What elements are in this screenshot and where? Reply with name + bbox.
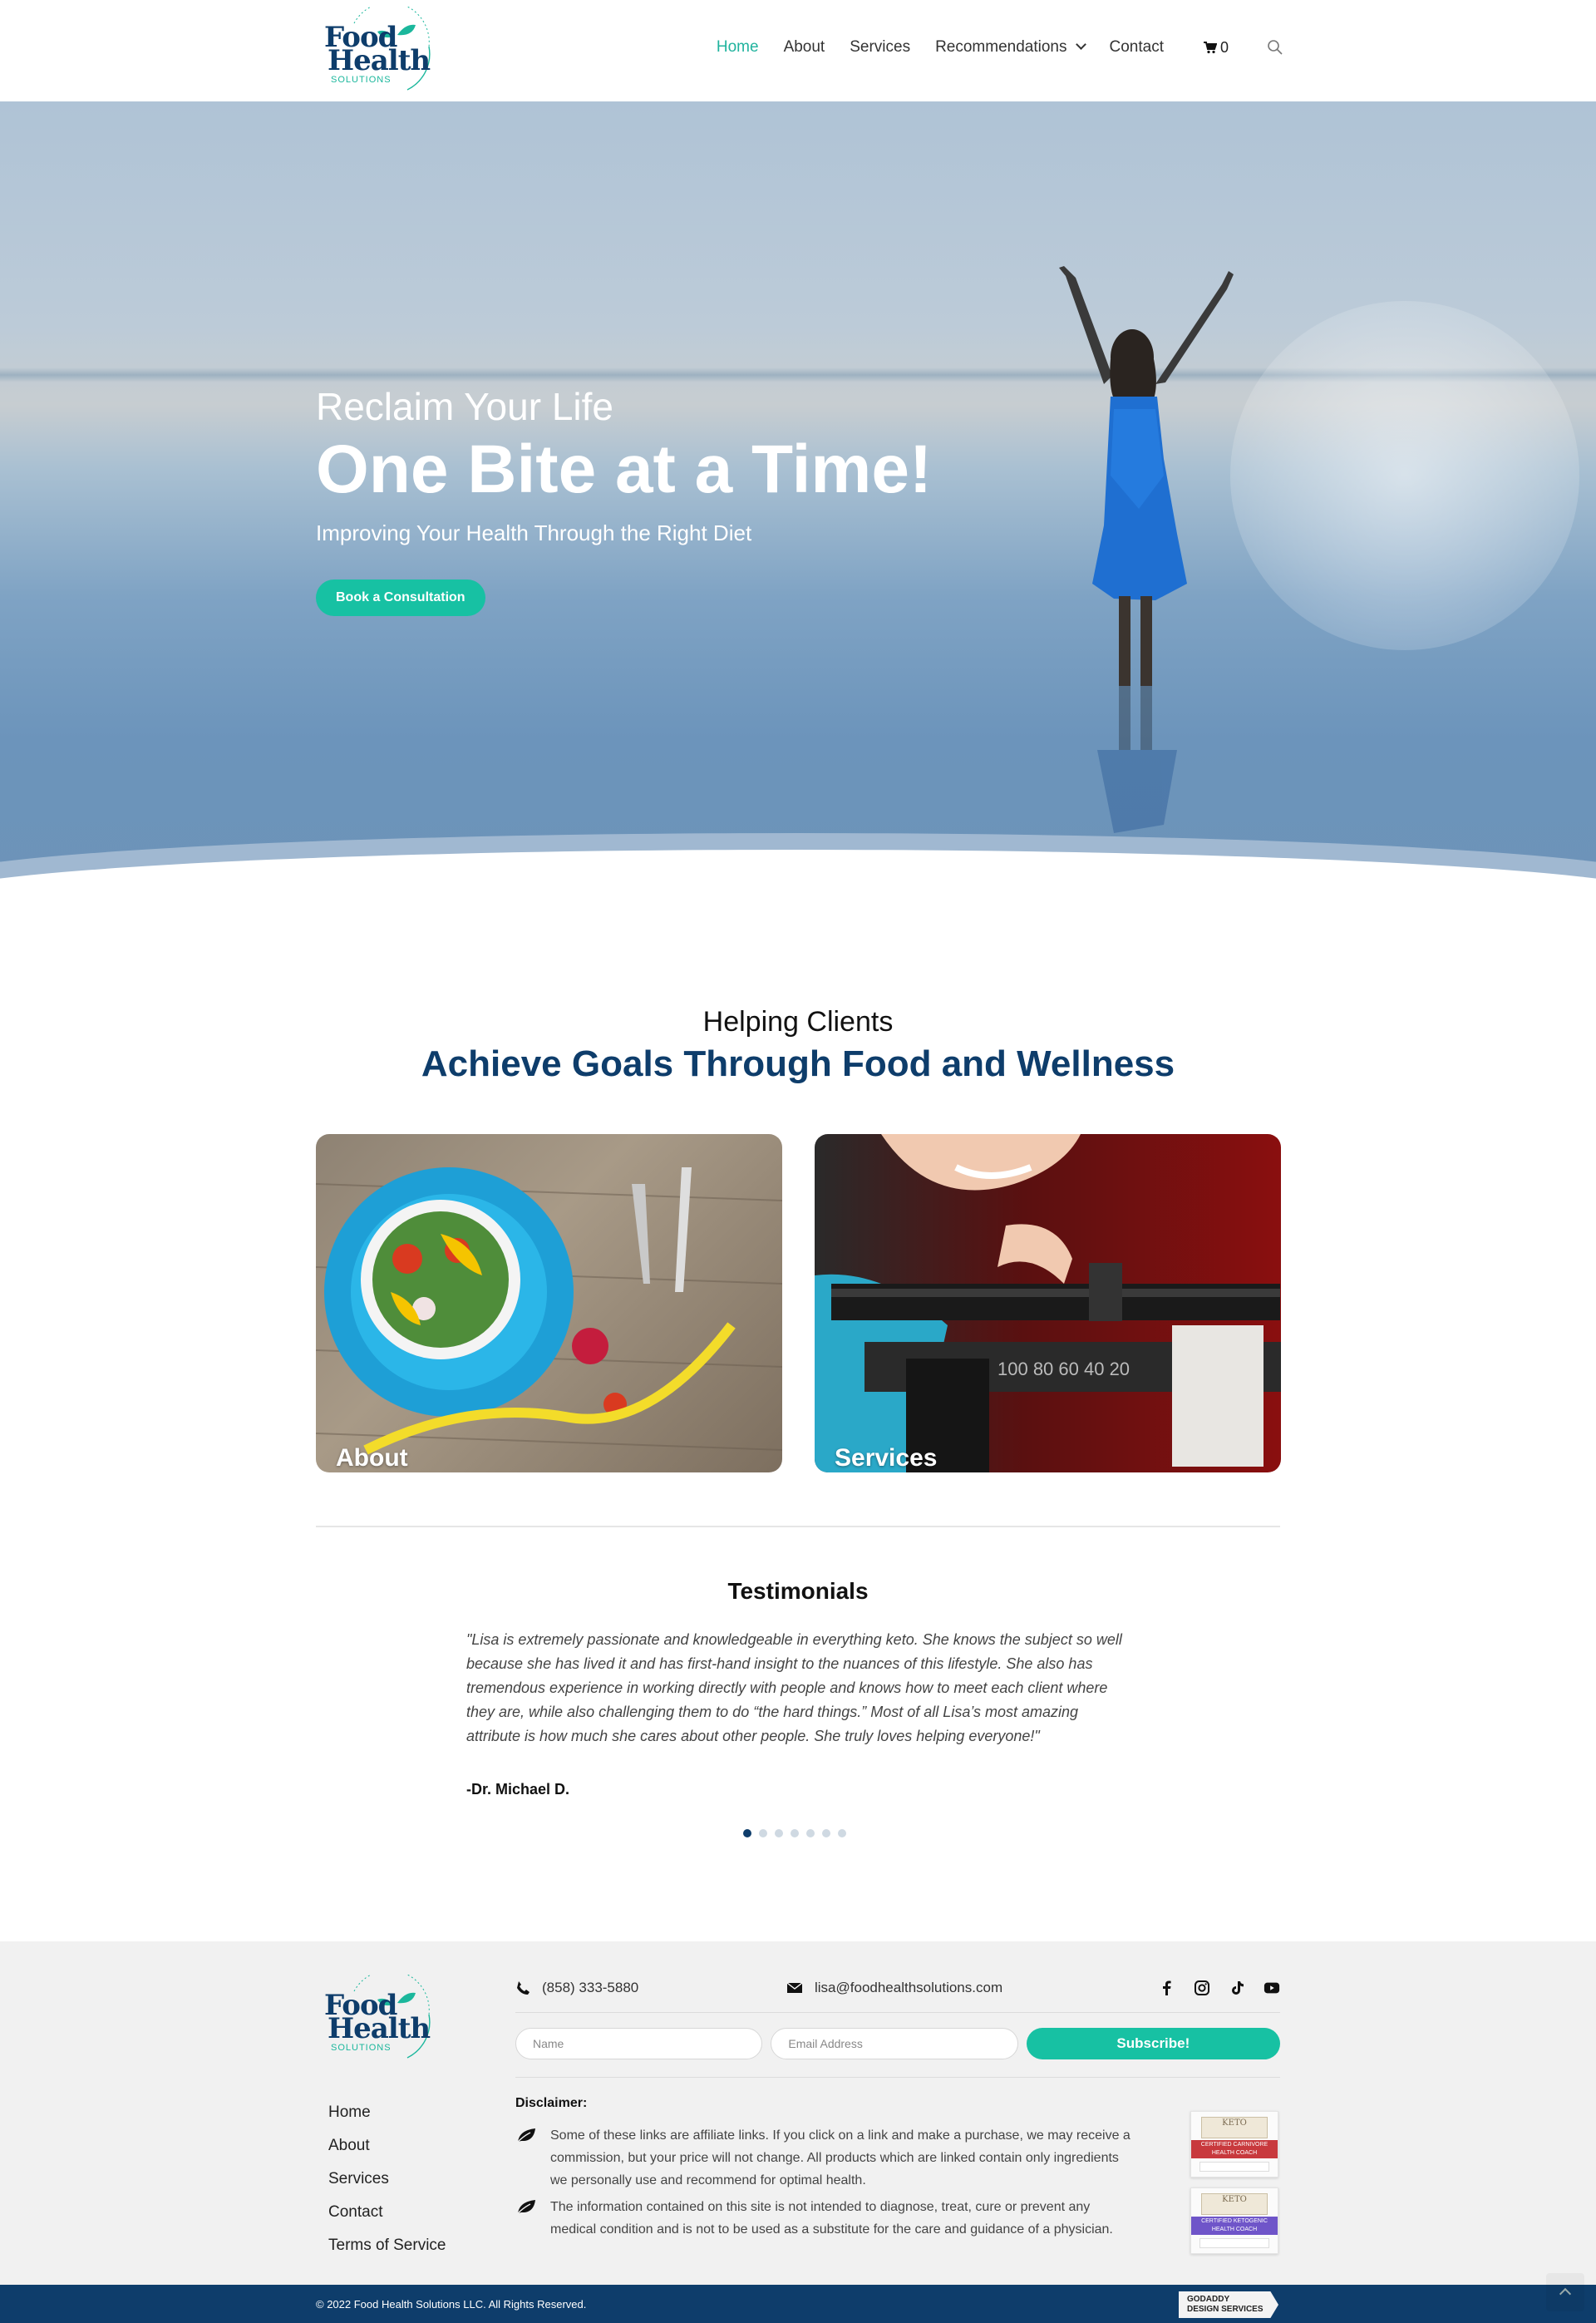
copyright-bar: © 2022 Food Health Solutions LLC. All Ri… — [0, 2285, 1596, 2323]
name-input[interactable]: Name — [515, 2028, 763, 2059]
slider-dot[interactable] — [775, 1829, 783, 1837]
godaddy-badge[interactable]: GODADDY DESIGN SERVICES — [1179, 2291, 1278, 2318]
about-card-label: About — [336, 1444, 408, 1472]
site-header: Food Health SOLUTIONS Home About Service… — [0, 0, 1596, 101]
badge-keto-text: KETO — [1201, 2117, 1268, 2138]
footer-rule — [515, 2077, 1280, 2078]
testimonial-quote: "Lisa is extremely passionate and knowle… — [466, 1631, 1122, 1744]
main-nav: Home About Services Recommendations Cont… — [692, 38, 1283, 57]
section-divider — [316, 1526, 1280, 1527]
slider-dot[interactable] — [822, 1829, 830, 1837]
youtube-icon[interactable] — [1264, 1980, 1280, 1996]
scroll-to-top-button[interactable] — [1546, 2273, 1584, 2311]
contact-row: (858) 333-5880 lisa@foodhealthsolutions.… — [515, 1980, 1280, 2005]
leaf-icon — [516, 2128, 535, 2143]
disclaimer-text: The information contained on this site i… — [550, 2200, 1113, 2237]
services-card[interactable]: 100 80 60 40 20 Services — [815, 1134, 1281, 1472]
disclaimer-text: Some of these links are affiliate links.… — [550, 2128, 1130, 2187]
cart-count: 0 — [1219, 38, 1229, 56]
logo-text-solutions: SOLUTIONS — [331, 75, 392, 85]
copyright-text: © 2022 Food Health Solutions LLC. All Ri… — [316, 2298, 587, 2311]
site-logo[interactable]: Food Health SOLUTIONS — [314, 7, 437, 96]
godaddy-line1: GODADDY — [1187, 2295, 1230, 2304]
services-card-label: Services — [835, 1444, 938, 1472]
subscribe-button[interactable]: Subscribe! — [1026, 2028, 1280, 2059]
chevron-down-icon — [1075, 39, 1086, 50]
footer-link-terms[interactable]: Terms of Service — [328, 2229, 446, 2262]
social-links — [1159, 1980, 1280, 1996]
book-consultation-button[interactable]: Book a Consultation — [316, 580, 485, 616]
helping-kicker: Helping Clients — [702, 1006, 894, 1038]
footer-link-home[interactable]: Home — [328, 2096, 446, 2129]
badge-footer — [1199, 2238, 1269, 2248]
subscribe-form: Name Email Address Subscribe! — [515, 2028, 1280, 2061]
hero-woman-image — [1059, 266, 1234, 833]
disclaimer-item: The information contained on this site i… — [515, 2196, 1130, 2241]
scale-image: 100 80 60 40 20 — [815, 1134, 1281, 1472]
facebook-icon[interactable] — [1159, 1980, 1175, 1996]
badge-footer — [1199, 2162, 1269, 2172]
slider-dots — [743, 1829, 846, 1837]
helping-section: Helping Clients Achieve Goals Through Fo… — [0, 1006, 1596, 1085]
hero-banner: Reclaim Your Life One Bite at a Time! Im… — [0, 101, 1596, 900]
nav-services[interactable]: Services — [850, 38, 910, 57]
phone-number: (858) 333-5880 — [542, 1980, 639, 1995]
slider-dot[interactable] — [759, 1829, 767, 1837]
tiktok-icon[interactable] — [1229, 1980, 1245, 1996]
slider-dot[interactable] — [806, 1829, 815, 1837]
svg-text:100 80 60 40 20: 100 80 60 40 20 — [998, 1359, 1130, 1379]
logo-text-health: Health — [328, 2012, 431, 2045]
hero-kicker: Reclaim Your Life — [316, 385, 613, 428]
nav-recommendations-label: Recommendations — [935, 38, 1067, 56]
slider-dot[interactable] — [838, 1829, 846, 1837]
nav-home[interactable]: Home — [717, 38, 759, 57]
footer-rule — [515, 2012, 1280, 2013]
cart-icon — [1203, 42, 1217, 54]
footer-link-contact[interactable]: Contact — [328, 2196, 446, 2229]
salad-image — [316, 1167, 782, 1455]
footer-link-services[interactable]: Services — [328, 2163, 446, 2196]
phone-contact[interactable]: (858) 333-5880 — [515, 1980, 638, 1996]
footer-logo[interactable]: Food Health SOLUTIONS — [314, 1975, 437, 2064]
nav-recommendations[interactable]: Recommendations — [935, 38, 1086, 57]
logo-text-health: Health — [328, 44, 431, 77]
email-input[interactable]: Email Address — [771, 2028, 1018, 2059]
email-address: lisa@foodhealthsolutions.com — [815, 1980, 1003, 1995]
email-contact[interactable]: lisa@foodhealthsolutions.com — [786, 1980, 1002, 1996]
ketogenic-coach-badge[interactable]: KETO CERTIFIED KETOGENIC HEALTH COACH — [1190, 2187, 1278, 2254]
testimonial-author: -Dr. Michael D. — [466, 1781, 570, 1798]
hero-text: Reclaim Your Life One Bite at a Time! Im… — [316, 384, 932, 616]
testimonials-title: Testimonials — [727, 1578, 869, 1604]
hero-title: One Bite at a Time! — [316, 432, 933, 507]
footer-links: Home About Services Contact Terms of Ser… — [328, 2096, 446, 2262]
disclaimer-item: Some of these links are affiliate links.… — [515, 2124, 1130, 2192]
badge-band-text: CERTIFIED CARNIVORE HEALTH COACH — [1191, 2140, 1278, 2158]
carnivore-coach-badge[interactable]: KETO CERTIFIED CARNIVORE HEALTH COACH — [1190, 2111, 1278, 2178]
site-footer: Food Health SOLUTIONS Home About Service… — [0, 1941, 1596, 2285]
disclaimer-title: Disclaimer: — [515, 2096, 588, 2110]
nav-contact[interactable]: Contact — [1110, 38, 1164, 57]
badge-keto-text: KETO — [1201, 2193, 1268, 2215]
footer-link-about[interactable]: About — [328, 2129, 446, 2163]
instagram-icon[interactable] — [1194, 1980, 1210, 1996]
cart-button[interactable]: 0 — [1203, 38, 1229, 57]
leaf-icon — [516, 2200, 535, 2215]
nav-about[interactable]: About — [784, 38, 825, 57]
hero-glow — [1230, 301, 1579, 650]
testimonials-section: Testimonials "Lisa is extremely passiona… — [0, 1578, 1596, 1837]
hero-subtitle: Improving Your Health Through the Right … — [316, 520, 752, 545]
envelope-icon — [786, 1982, 803, 1993]
search-icon[interactable] — [1267, 39, 1283, 56]
logo-text-solutions: SOLUTIONS — [331, 2043, 392, 2053]
helping-title: Achieve Goals Through Food and Wellness — [421, 1043, 1175, 1084]
badge-band-text: CERTIFIED KETOGENIC HEALTH COACH — [1191, 2217, 1278, 2235]
godaddy-line2: DESIGN SERVICES — [1187, 2305, 1264, 2314]
slider-dot[interactable] — [743, 1829, 751, 1837]
slider-dot[interactable] — [791, 1829, 799, 1837]
about-card[interactable]: About — [316, 1134, 782, 1472]
phone-icon — [517, 1981, 530, 1995]
